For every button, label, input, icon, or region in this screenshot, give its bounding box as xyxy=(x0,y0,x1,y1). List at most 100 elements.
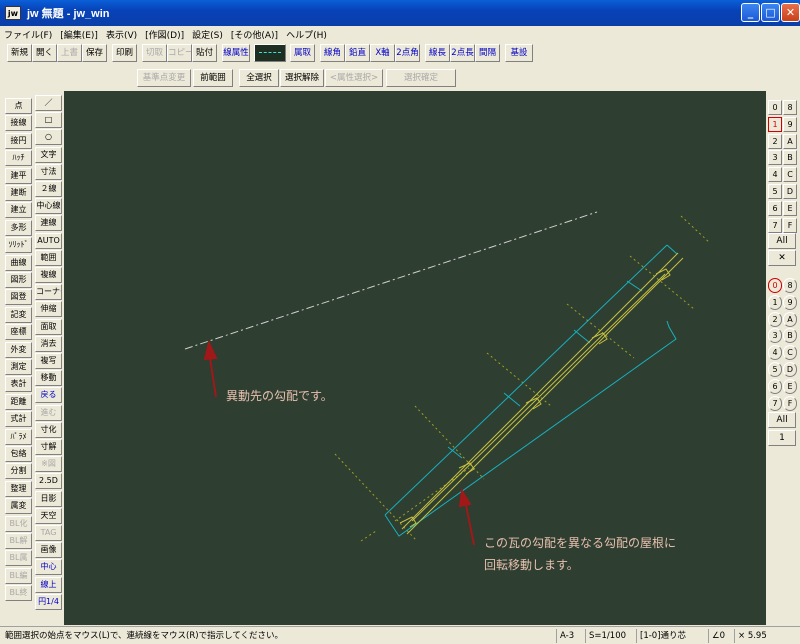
layer-group-button-12[interactable]: 6 xyxy=(768,378,782,394)
layer-button-9[interactable]: C xyxy=(783,167,797,183)
groups-one-button[interactable]: 1 xyxy=(768,430,796,446)
tool-button-col2-17[interactable]: 戻る xyxy=(35,387,62,404)
save-button[interactable]: 保存 xyxy=(82,44,107,62)
layer-button-3[interactable]: 9 xyxy=(783,116,797,132)
tool-button-col2-27[interactable]: 中心 xyxy=(35,559,62,576)
tool-button-col2-9[interactable]: 範囲 xyxy=(35,249,62,266)
tool-button-col2-21[interactable]: ※図 xyxy=(35,456,62,473)
layer-button-10[interactable]: 5 xyxy=(768,184,782,199)
line-style-button[interactable] xyxy=(254,44,286,62)
tool-button-col1-15[interactable]: 測定 xyxy=(5,359,32,375)
menu-settings[interactable]: 設定(S) xyxy=(188,28,227,41)
tool-button-col1-27[interactable]: BL編 xyxy=(5,567,32,584)
line-length-button[interactable]: 線長 xyxy=(425,44,450,62)
select-all-button[interactable]: 全選択 xyxy=(239,69,279,87)
layer-group-button-2[interactable]: 1 xyxy=(768,294,782,310)
tool-button-col1-5[interactable]: 建断 xyxy=(5,185,32,201)
status-zoom[interactable]: × 5.95 xyxy=(734,629,770,643)
tool-button-col1-23[interactable]: 属変 xyxy=(5,498,32,515)
layer-group-button-9[interactable]: C xyxy=(783,345,797,361)
tool-button-col2-10[interactable]: 複線 xyxy=(35,267,62,283)
tool-button-col2-6[interactable]: 中心線 xyxy=(35,198,62,215)
status-scale[interactable]: S=1/100 xyxy=(585,629,629,643)
layer-button-11[interactable]: D xyxy=(783,184,797,199)
tool-button-col2-12[interactable]: 伸縮 xyxy=(35,301,62,318)
tool-button-col1-7[interactable]: 多形 xyxy=(5,219,32,236)
layer-group-button-4[interactable]: 2 xyxy=(768,311,782,327)
attribute-select-button[interactable]: <属性選択> xyxy=(325,69,383,87)
layer-group-button-14[interactable]: 7 xyxy=(768,395,782,411)
tool-button-col1-22[interactable]: 整理 xyxy=(5,480,32,497)
tool-button-col1-13[interactable]: 座標 xyxy=(5,324,32,341)
drawing-canvas[interactable]: 異動先の勾配です。 この瓦の勾配を異なる勾配の屋根に 回転移動します。 xyxy=(64,91,766,625)
tool-button-col2-20[interactable]: 寸解 xyxy=(35,439,62,455)
line-angle-button[interactable]: 線角 xyxy=(320,44,345,62)
tool-button-col1-1[interactable]: 接線 xyxy=(5,115,32,132)
maximize-button[interactable]: □ xyxy=(761,3,780,22)
layer-button-5[interactable]: A xyxy=(783,133,797,149)
layer-group-button-7[interactable]: B xyxy=(783,328,797,344)
tool-button-col2-22[interactable]: 2.5D xyxy=(35,473,62,490)
tool-button-col1-18[interactable]: 式計 xyxy=(5,411,32,428)
deselect-button[interactable]: 選択解除 xyxy=(280,69,324,87)
tool-button-col2-29[interactable]: 円1/4 xyxy=(35,593,62,610)
layers-all-button[interactable]: All xyxy=(768,233,796,249)
tool-button-col1-25[interactable]: BL解 xyxy=(5,533,32,549)
tool-button-col2-23[interactable]: 日影 xyxy=(35,490,62,507)
layer-button-7[interactable]: B xyxy=(783,150,797,166)
layer-group-button-0[interactable]: 0 xyxy=(768,278,782,293)
tool-button-col1-0[interactable]: 点 xyxy=(5,98,32,114)
paste-button[interactable]: 貼付 xyxy=(192,44,217,62)
tool-button-col1-8[interactable]: ｿﾘｯﾄﾞ xyxy=(5,237,32,254)
tool-button-col2-8[interactable]: AUTO xyxy=(35,232,62,249)
tool-button-col2-13[interactable]: 面取 xyxy=(35,318,62,335)
layers-clear-button[interactable]: ✕ xyxy=(768,250,796,266)
tool-button-col2-4[interactable]: 寸法 xyxy=(35,163,62,180)
minimize-button[interactable]: _ xyxy=(741,3,760,22)
tool-button-col2-18[interactable]: 進む xyxy=(35,404,62,421)
layer-group-button-8[interactable]: 4 xyxy=(768,345,782,361)
tool-button-col1-17[interactable]: 距離 xyxy=(5,393,32,410)
menu-view[interactable]: 表示(V) xyxy=(102,28,141,41)
open-button[interactable]: 開く xyxy=(32,44,57,62)
groups-all-button[interactable]: All xyxy=(768,412,796,428)
tool-button-col1-16[interactable]: 表計 xyxy=(5,376,32,393)
change-base-point-button[interactable]: 基準点変更 xyxy=(137,69,191,87)
tool-button-col1-28[interactable]: BL終 xyxy=(5,585,32,602)
layer-group-button-15[interactable]: F xyxy=(783,395,797,411)
x-axis-button[interactable]: X軸 xyxy=(370,44,395,62)
tool-button-col1-21[interactable]: 分割 xyxy=(5,463,32,480)
copy-button[interactable]: コピー xyxy=(167,44,192,62)
previous-range-button[interactable]: 前範囲 xyxy=(193,69,233,87)
tool-button-col2-5[interactable]: ２線 xyxy=(35,181,62,197)
tool-button-col1-2[interactable]: 接円 xyxy=(5,132,32,149)
tool-button-col2-3[interactable]: 文字 xyxy=(35,146,62,163)
layer-button-13[interactable]: E xyxy=(783,200,797,216)
new-button[interactable]: 新規 xyxy=(7,44,32,62)
layer-button-4[interactable]: 2 xyxy=(768,133,782,149)
layer-group-button-3[interactable]: 9 xyxy=(783,294,797,310)
layer-button-0[interactable]: 0 xyxy=(768,100,782,115)
layer-button-14[interactable]: 7 xyxy=(768,217,782,233)
cut-button[interactable]: 切取 xyxy=(142,44,167,62)
tool-button-col1-20[interactable]: 包絡 xyxy=(5,446,32,462)
layer-button-8[interactable]: 4 xyxy=(768,167,782,183)
tool-button-col2-0[interactable]: ／ xyxy=(35,95,62,111)
layer-group-button-5[interactable]: A xyxy=(783,311,797,327)
base-setting-button[interactable]: 基設 xyxy=(505,44,533,62)
tool-button-col2-14[interactable]: 消去 xyxy=(35,335,62,352)
tool-button-col1-14[interactable]: 外変 xyxy=(5,341,32,358)
layer-button-6[interactable]: 3 xyxy=(768,150,782,166)
menu-other[interactable]: [その他(A)] xyxy=(227,28,282,41)
print-button[interactable]: 印刷 xyxy=(112,44,137,62)
line-attr-button[interactable]: 線属性 xyxy=(222,44,250,62)
menu-help[interactable]: ヘルプ(H) xyxy=(282,28,331,41)
layer-button-1[interactable]: 8 xyxy=(783,100,797,115)
tool-button-col2-2[interactable]: ○ xyxy=(35,129,62,146)
layer-group-button-10[interactable]: 5 xyxy=(768,362,782,377)
tool-button-col1-3[interactable]: ﾊｯﾁ xyxy=(5,150,32,167)
tool-button-col1-11[interactable]: 図登 xyxy=(5,289,32,306)
attr-get-button[interactable]: 属取 xyxy=(290,44,315,62)
tool-button-col1-10[interactable]: 図形 xyxy=(5,272,32,288)
overwrite-button[interactable]: 上書 xyxy=(57,44,82,62)
